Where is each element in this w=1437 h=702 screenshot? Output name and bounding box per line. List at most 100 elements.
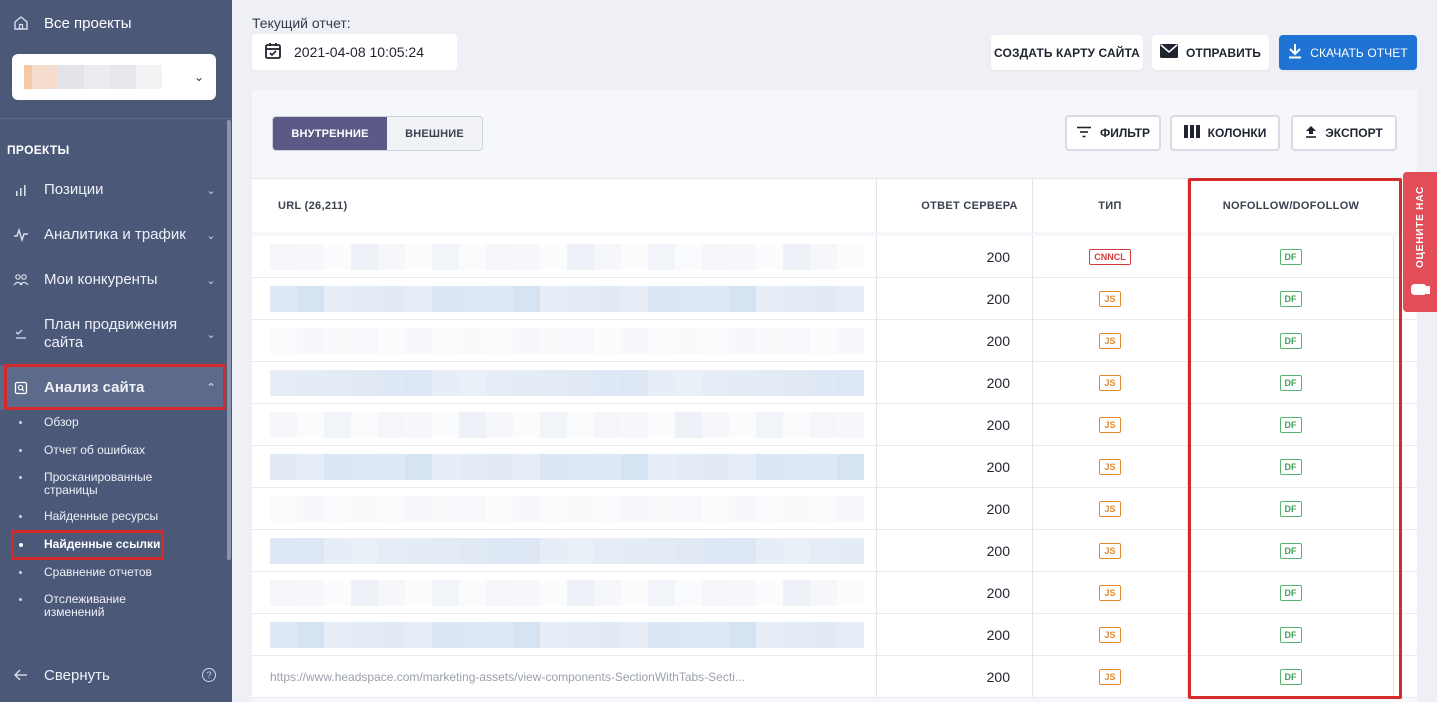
subnav-crawled-pages[interactable]: Просканированные страницы	[0, 471, 226, 497]
nav-label: План продвижения сайта	[44, 316, 178, 351]
project-name-blurred	[24, 65, 162, 89]
tab-internal[interactable]: ВНУТРЕННИЕ	[273, 117, 387, 150]
table-row[interactable]: 200 JS DF	[252, 530, 1417, 572]
subnav-overview[interactable]: Обзор	[0, 416, 226, 429]
subnav-label: Обзор	[44, 415, 79, 429]
url-cell[interactable]	[252, 320, 877, 362]
server-response-cell: 200	[877, 614, 1033, 656]
url-blurred	[270, 244, 864, 270]
subnav-found-resources[interactable]: Найденные ресурсы	[0, 510, 226, 523]
all-projects-label: Все проекты	[44, 14, 132, 32]
url-blurred	[270, 496, 864, 522]
checklist-icon	[12, 325, 30, 343]
server-response-cell: 200	[877, 656, 1033, 698]
subnav-error-report[interactable]: Отчет об ошибках	[0, 444, 226, 457]
export-label: ЭКСПОРТ	[1325, 126, 1383, 140]
nav-positions[interactable]: Позиции ⌄	[0, 181, 226, 199]
subnav-label: Отслеживание изменений	[44, 592, 126, 619]
nav-site-audit[interactable]: Анализ сайта ⌃	[0, 365, 226, 410]
follow-badge: DF	[1279, 669, 1302, 685]
table-row[interactable]: 200 CNNCL DF	[252, 236, 1417, 278]
chevron-down-icon: ⌄	[206, 274, 216, 287]
report-date-value: 2021-04-08 10:05:24	[294, 44, 424, 60]
export-button[interactable]: ЭКСПОРТ	[1291, 115, 1397, 151]
server-response-cell: 200	[877, 488, 1033, 530]
follow-cell: DF	[1188, 572, 1394, 614]
project-select[interactable]: ⌄	[12, 54, 216, 100]
report-date-picker[interactable]: 2021-04-08 10:05:24	[252, 34, 457, 70]
all-projects-link[interactable]: Все проекты	[12, 14, 132, 32]
type-badge: JS	[1099, 417, 1121, 433]
follow-badge: DF	[1279, 249, 1302, 265]
create-sitemap-label: СОЗДАТЬ КАРТУ САЙТА	[994, 45, 1140, 60]
send-button[interactable]: ОТПРАВИТЬ	[1152, 35, 1269, 70]
col-type[interactable]: ТИП	[1033, 179, 1188, 233]
rate-us-tab[interactable]: ОЦЕНИТЕ НАС	[1403, 172, 1437, 312]
table-header: URL (26,211) ОТВЕТ СЕРВЕРА ТИП NOFOLLOW/…	[252, 178, 1417, 233]
table-row[interactable]: 200 JS DF	[252, 572, 1417, 614]
follow-cell: DF	[1188, 614, 1394, 656]
table-row[interactable]: 200 JS DF	[252, 320, 1417, 362]
table-row[interactable]: 200 JS DF	[252, 362, 1417, 404]
url-cell[interactable]	[252, 362, 877, 404]
chevron-down-icon: ⌄	[206, 229, 216, 242]
table-row[interactable]: 200 JS DF	[252, 446, 1417, 488]
url-text[interactable]: https://www.headspace.com/marketing-asse…	[270, 670, 864, 684]
nav-competitors[interactable]: Мои конкуренты ⌄	[0, 271, 226, 289]
rate-us-label: ОЦЕНИТЕ НАС	[1414, 186, 1426, 268]
table-row[interactable]: 200 JS DF	[252, 404, 1417, 446]
collapse-sidebar-button[interactable]: Свернуть ?	[12, 666, 216, 684]
create-sitemap-button[interactable]: СОЗДАТЬ КАРТУ САЙТА	[991, 35, 1143, 70]
nav-analytics[interactable]: Аналитика и трафик ⌄	[0, 226, 226, 244]
subnav-compare-reports[interactable]: Сравнение отчетов	[0, 566, 226, 579]
columns-button[interactable]: КОЛОНКИ	[1170, 115, 1280, 151]
follow-badge: DF	[1279, 459, 1302, 475]
url-cell[interactable]: https://www.headspace.com/marketing-asse…	[252, 656, 877, 698]
url-cell[interactable]	[252, 572, 877, 614]
chevron-down-icon: ⌄	[206, 184, 216, 197]
subnav-track-changes[interactable]: Отслеживание изменений	[0, 593, 226, 619]
download-label: СКАЧАТЬ ОТЧЕТ	[1310, 45, 1408, 60]
download-report-button[interactable]: СКАЧАТЬ ОТЧЕТ	[1279, 35, 1417, 70]
nav-promotion-plan[interactable]: План продвижения сайта ⌄	[0, 316, 226, 352]
nav-label: Анализ сайта	[44, 378, 145, 396]
col-server-response[interactable]: ОТВЕТ СЕРВЕРА	[877, 179, 1033, 233]
url-cell[interactable]	[252, 278, 877, 320]
url-cell[interactable]	[252, 236, 877, 278]
url-cell[interactable]	[252, 404, 877, 446]
help-icon[interactable]: ?	[202, 668, 216, 682]
type-cell: JS	[1033, 488, 1188, 530]
table-row[interactable]: 200 JS DF	[252, 614, 1417, 656]
chevron-down-icon: ⌄	[193, 70, 204, 84]
follow-cell: DF	[1188, 278, 1394, 320]
url-cell[interactable]	[252, 488, 877, 530]
server-response-cell: 200	[877, 530, 1033, 572]
url-cell[interactable]	[252, 446, 877, 488]
table-row[interactable]: 200 JS DF	[252, 278, 1417, 320]
type-cell: JS	[1033, 614, 1188, 656]
url-blurred	[270, 580, 864, 606]
type-cell: JS	[1033, 362, 1188, 404]
filter-button[interactable]: ФИЛЬТР	[1065, 115, 1161, 151]
sidebar-scrollbar[interactable]	[227, 120, 231, 560]
type-cell: JS	[1033, 530, 1188, 572]
url-cell[interactable]	[252, 530, 877, 572]
table-row[interactable]: https://www.headspace.com/marketing-asse…	[252, 656, 1417, 698]
subnav-label: Найденные ресурсы	[44, 509, 159, 523]
download-icon	[1288, 43, 1302, 62]
sidebar: Все проекты ⌄ ПРОЕКТЫ Позиции ⌄ Аналитик…	[0, 0, 232, 702]
filter-icon	[1076, 126, 1092, 141]
url-cell[interactable]	[252, 614, 877, 656]
table-row[interactable]: 200 JS DF	[252, 488, 1417, 530]
follow-badge: DF	[1279, 417, 1302, 433]
url-blurred	[270, 622, 864, 648]
subnav-found-links[interactable]: Найденные ссылки	[0, 538, 226, 551]
filter-label: ФИЛЬТР	[1099, 126, 1151, 140]
pulse-icon	[12, 226, 30, 244]
col-nofollow-dofollow[interactable]: NOFOLLOW/DOFOLLOW	[1188, 179, 1394, 233]
col-url[interactable]: URL (26,211)	[252, 179, 877, 233]
tab-external[interactable]: ВНЕШНИЕ	[387, 117, 482, 150]
columns-label: КОЛОНКИ	[1207, 126, 1267, 140]
type-badge: JS	[1099, 543, 1121, 559]
url-blurred	[270, 286, 864, 312]
